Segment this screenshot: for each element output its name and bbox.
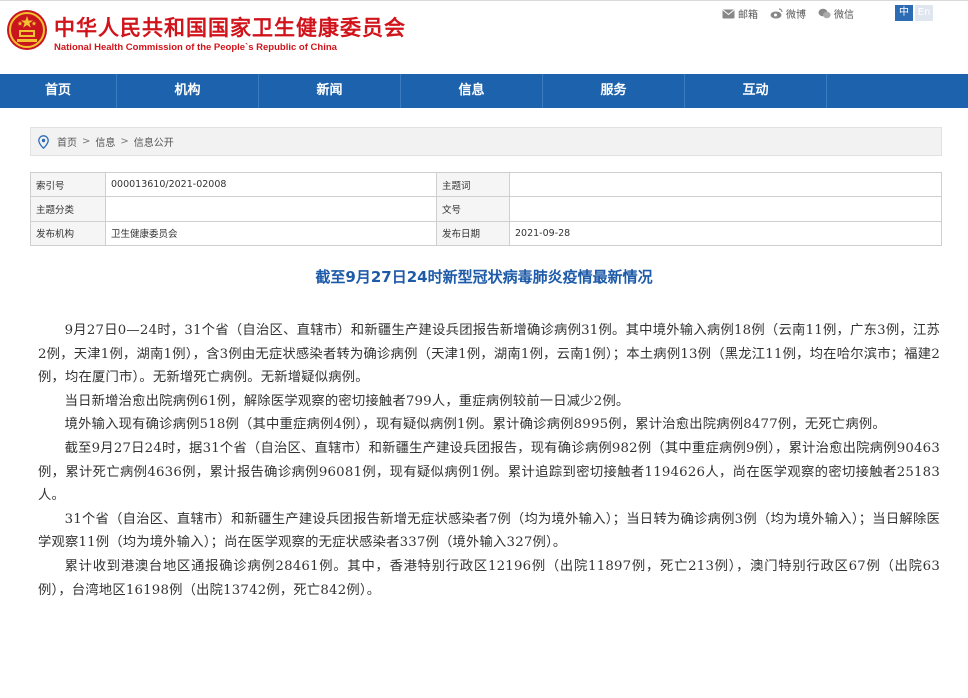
table-row: 索引号 000013610/2021-02008 主题词 [30,171,942,198]
wechat-link[interactable]: 微信 [818,6,854,21]
weibo-icon [770,8,783,19]
mail-icon [722,9,735,18]
weibo-link[interactable]: 微博 [770,6,806,21]
table-row: 主题分类 文号 [30,196,942,222]
main-nav: 首页 机构 新闻 信息 服务 互动 [0,74,968,108]
meta-category-value [105,196,437,222]
breadcrumb: 首页 > 信息 > 信息公开 [30,127,942,156]
article-title: 截至9月27日24时新型冠状病毒肺炎疫情最新情况 [315,268,653,286]
meta-index-value: 000013610/2021-02008 [105,171,437,198]
article-paragraph: 境外输入现有确诊病例518例（其中重症病例4例），现有疑似病例1例。累计确诊病例… [64,417,886,433]
mail-link[interactable]: 邮箱 [722,6,758,21]
nav-item-news[interactable]: 新闻 [259,74,401,108]
nav-item-information[interactable]: 信息 [401,74,543,108]
meta-category-label: 主题分类 [30,196,106,222]
site-title-cn: 中华人民共和国国家卫生健康委员会 [54,16,406,40]
article-paragraph: 31个省（自治区、直辖市）和新疆生产建设兵团报告新增无症状感染者7例（均为境外输… [38,511,940,551]
breadcrumb-separator: > [82,136,91,147]
breadcrumb-information[interactable]: 信息 [95,134,115,149]
site-header: 中华人民共和国国家卫生健康委员会 National Health Commiss… [0,0,968,74]
nav-filler [827,74,968,108]
wechat-icon [818,8,831,19]
nav-item-organization[interactable]: 机构 [117,74,259,108]
mail-link-label: 邮箱 [738,10,758,21]
meta-subject-value [509,171,942,198]
location-pin-icon [38,134,49,149]
article-paragraph: 截至9月27日24时，据31个省（自治区、直辖市）和新疆生产建设兵团报告，现有确… [38,440,940,504]
article-body: 9月27日0—24时，31个省（自治区、直辖市）和新疆生产建设兵团报告新增确诊病… [38,319,940,602]
meta-date-value: 2021-09-28 [509,220,942,246]
lang-en-button[interactable]: En [915,5,933,21]
language-switch: 中 En [895,5,935,21]
breadcrumb-disclosure[interactable]: 信息公开 [134,134,174,149]
meta-docno-value [509,196,942,222]
meta-index-label: 索引号 [30,171,106,198]
nav-item-interaction[interactable]: 互动 [685,74,827,108]
site-title-en: National Health Commission of the People… [54,42,337,53]
breadcrumb-home[interactable]: 首页 [57,134,77,149]
national-emblem-icon[interactable] [6,9,48,51]
meta-issuer-label: 发布机构 [30,220,106,246]
article-paragraph: 9月27日0—24时，31个省（自治区、直辖市）和新疆生产建设兵团报告新增确诊病… [38,323,940,386]
lang-cn-button[interactable]: 中 [895,5,913,21]
meta-issuer-value: 卫生健康委员会 [105,220,437,246]
weibo-link-label: 微博 [786,10,806,21]
document-meta-table: 索引号 000013610/2021-02008 主题词 主题分类 文号 发布机… [30,171,942,246]
top-links: 邮箱 微博 微信 [722,6,866,21]
article-paragraph: 累计收到港澳台地区通报确诊病例28461例。其中，香港特别行政区12196例（出… [38,558,940,598]
table-row: 发布机构 卫生健康委员会 发布日期 2021-09-28 [30,220,942,246]
meta-docno-label: 文号 [436,196,510,222]
meta-date-label: 发布日期 [436,220,510,246]
meta-subject-label: 主题词 [436,171,510,198]
nav-item-services[interactable]: 服务 [543,74,685,108]
article-paragraph: 当日新增治愈出院病例61例，解除医学观察的密切接触者799人，重症病例较前一日减… [64,393,630,409]
nav-item-home[interactable]: 首页 [0,74,117,108]
wechat-link-label: 微信 [834,10,854,21]
breadcrumb-separator: > [120,136,129,147]
